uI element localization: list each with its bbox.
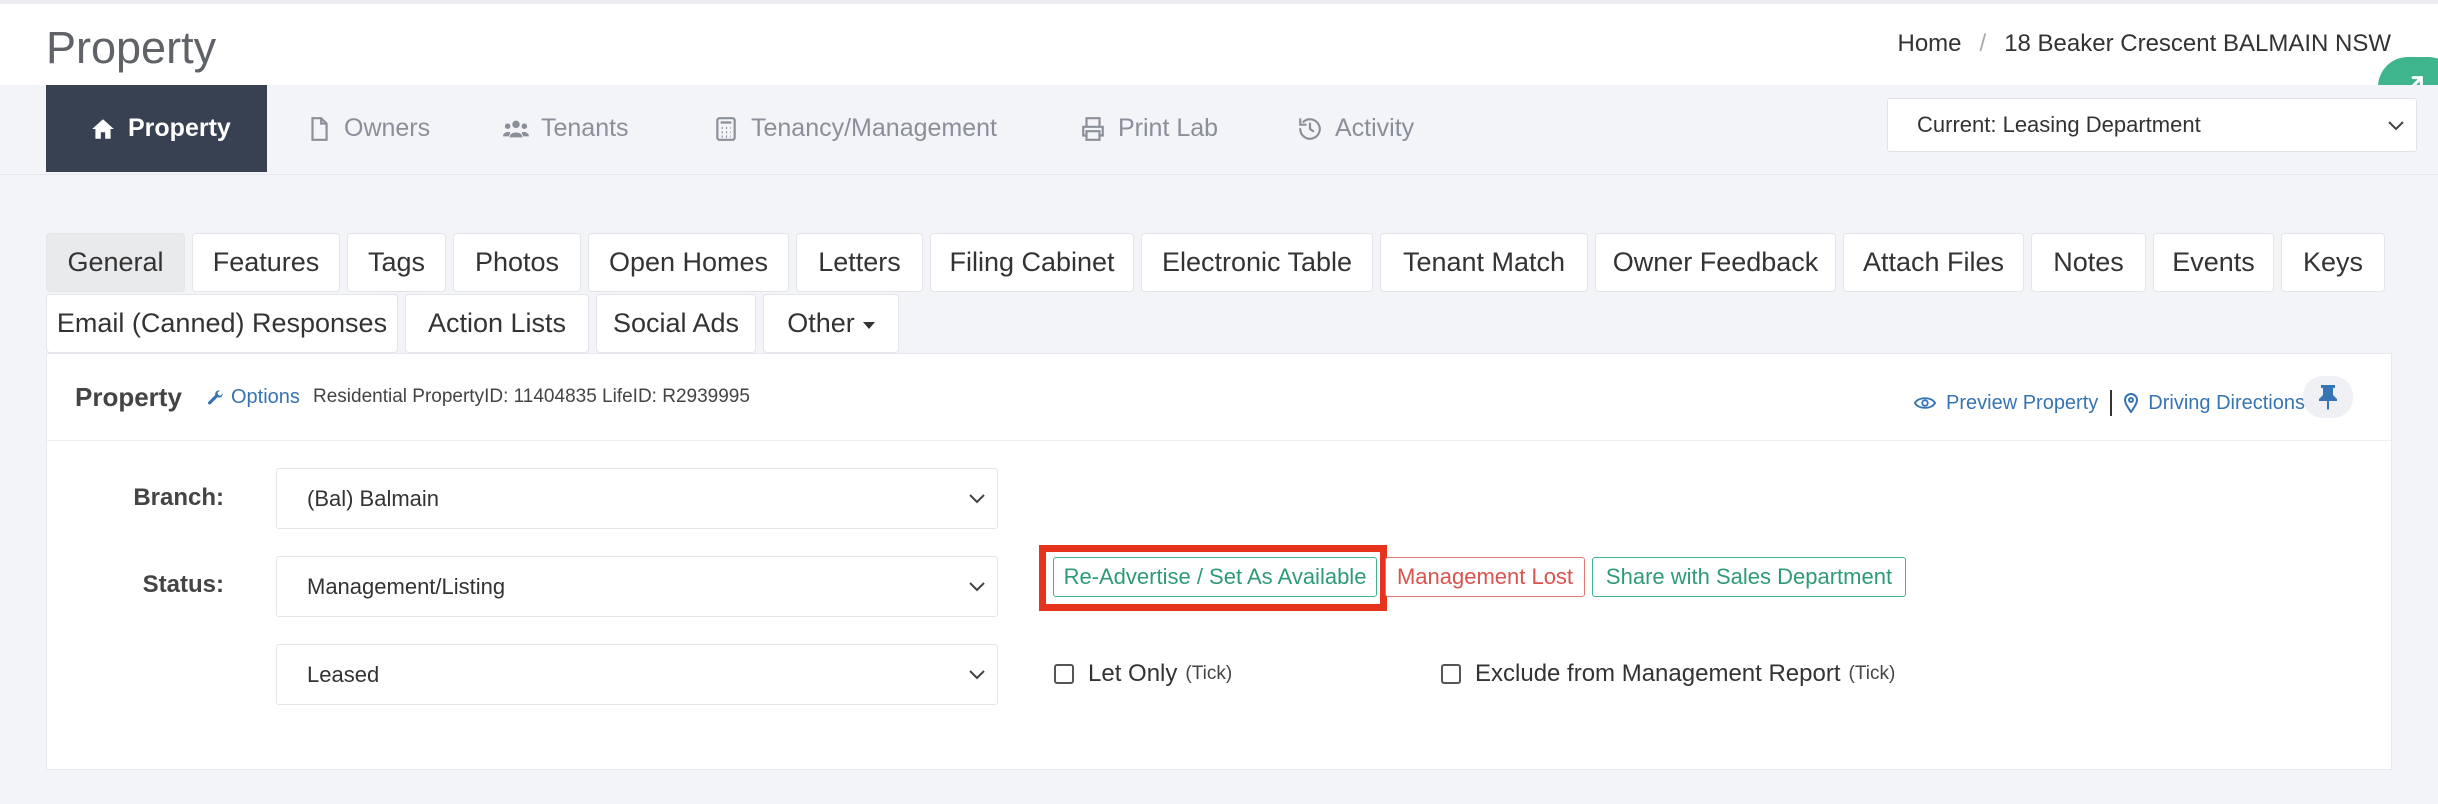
exclude-checkbox[interactable]	[1441, 664, 1461, 684]
status-label: Status:	[142, 571, 224, 598]
top-bar: Property Home / 18 Beaker Crescent BALMA…	[0, 0, 2438, 85]
share-sales-button[interactable]: Share with Sales Department	[1592, 557, 1906, 597]
nav-tab-activity[interactable]: Activity	[1297, 85, 1414, 172]
panel-header: Property Options Residential PropertyID:…	[47, 354, 2391, 441]
panel-title: Property	[75, 382, 182, 412]
status-select[interactable]: Management/Listing	[276, 556, 998, 617]
branch-label: Branch:	[133, 484, 224, 511]
nav-tab-label: Owners	[344, 114, 431, 142]
subtab-filing-cabinet[interactable]: Filing Cabinet	[930, 233, 1134, 292]
divider	[2110, 390, 2113, 416]
subtab-attach-files[interactable]: Attach Files	[1843, 233, 2024, 292]
breadcrumb-current: 18 Beaker Crescent BALMAIN NSW	[2004, 30, 2391, 57]
caret-down-icon	[862, 322, 875, 329]
branch-select-value: (Bal) Balmain	[307, 485, 440, 511]
options-label: Options	[231, 386, 300, 408]
chevron-down-icon	[969, 494, 985, 504]
subtab-email-canned-responses[interactable]: Email (Canned) Responses	[46, 294, 398, 353]
subtab-action-lists[interactable]: Action Lists	[405, 294, 589, 353]
substatus-select-value: Leased	[307, 661, 380, 687]
management-lost-button[interactable]: Management Lost	[1385, 557, 1585, 597]
users-icon	[503, 120, 529, 137]
let-only-checkbox[interactable]	[1054, 664, 1074, 684]
file-icon	[311, 116, 328, 141]
let-only-label: Let Only	[1088, 660, 1178, 687]
subtab-keys[interactable]: Keys	[2281, 233, 2385, 292]
nav-tab-label: Activity	[1335, 114, 1415, 142]
options-link[interactable]: Options	[207, 386, 300, 409]
chevron-down-icon	[969, 582, 985, 592]
subtab-events[interactable]: Events	[2153, 233, 2274, 292]
nav-tab-label: Print Lab	[1118, 114, 1219, 142]
nav-tab-property[interactable]: Property	[46, 85, 267, 172]
let-only-row: Let Only (Tick)	[1054, 660, 1232, 688]
nav-tab-print-lab[interactable]: Print Lab	[1080, 85, 1218, 172]
print-icon	[1082, 116, 1104, 141]
substatus-select[interactable]: Leased	[276, 644, 998, 705]
subtab-features[interactable]: Features	[192, 233, 340, 292]
nav-tab-owners[interactable]: Owners	[306, 85, 430, 172]
calculator-icon	[716, 116, 736, 141]
nav-tab-tenancy-management[interactable]: Tenancy/Management	[713, 85, 997, 172]
home-icon	[92, 118, 114, 139]
department-select-value: Current: Leasing Department	[1917, 112, 2201, 137]
wrench-icon	[208, 389, 223, 404]
subtab-open-homes[interactable]: Open Homes	[588, 233, 789, 292]
subtab-other-label: Other	[787, 308, 855, 338]
subtab-notes[interactable]: Notes	[2031, 233, 2146, 292]
subtab-tags[interactable]: Tags	[347, 233, 446, 292]
branch-select[interactable]: (Bal) Balmain	[276, 468, 998, 529]
pin-icon	[2319, 385, 2337, 410]
preview-property-link[interactable]: Preview Property	[1946, 392, 2098, 415]
subtab-general[interactable]: General	[46, 233, 185, 292]
subtab-owner-feedback[interactable]: Owner Feedback	[1595, 233, 1836, 292]
subtab-electronic-table[interactable]: Electronic Table	[1141, 233, 1373, 292]
nav-tab-label: Tenancy/Management	[751, 114, 997, 142]
let-only-hint: (Tick)	[1185, 663, 1233, 684]
status-select-value: Management/Listing	[307, 573, 506, 599]
subtab-tenant-match[interactable]: Tenant Match	[1380, 233, 1588, 292]
nav-tab-tenants[interactable]: Tenants	[503, 85, 629, 172]
breadcrumb-home[interactable]: Home	[1897, 30, 1961, 58]
property-meta: Residential PropertyID: 11404835 LifeID:…	[313, 386, 750, 407]
exclude-label: Exclude from Management Report	[1475, 660, 1841, 687]
page-title: Property	[46, 22, 217, 73]
chevron-down-icon	[969, 670, 985, 680]
chevron-down-icon	[2388, 121, 2404, 131]
exclude-row: Exclude from Management Report (Tick)	[1441, 660, 1895, 688]
map-marker-icon	[2124, 393, 2139, 413]
nav-tab-label: Tenants	[541, 114, 629, 142]
eye-icon	[1914, 397, 1936, 409]
breadcrumb-separator: /	[1979, 30, 1987, 57]
pin-button[interactable]	[2303, 376, 2353, 418]
exclude-hint: (Tick)	[1848, 663, 1896, 684]
subtab-photos[interactable]: Photos	[453, 233, 581, 292]
breadcrumb: Home / 18 Beaker Crescent BALMAIN NSW	[1897, 30, 2391, 58]
department-select[interactable]: Current: Leasing Department	[1887, 98, 2417, 152]
subtab-social-ads[interactable]: Social Ads	[596, 294, 756, 353]
nav-tab-label: Property	[128, 114, 231, 142]
history-icon	[1299, 117, 1321, 140]
subtab-other-dropdown[interactable]: Other	[763, 294, 899, 353]
highlight-annotation	[1039, 545, 1387, 611]
driving-directions-link[interactable]: Driving Directions	[2148, 392, 2305, 415]
subtab-letters[interactable]: Letters	[796, 233, 923, 292]
panel-header-links: Preview Property Driving Directions	[1914, 390, 2321, 416]
